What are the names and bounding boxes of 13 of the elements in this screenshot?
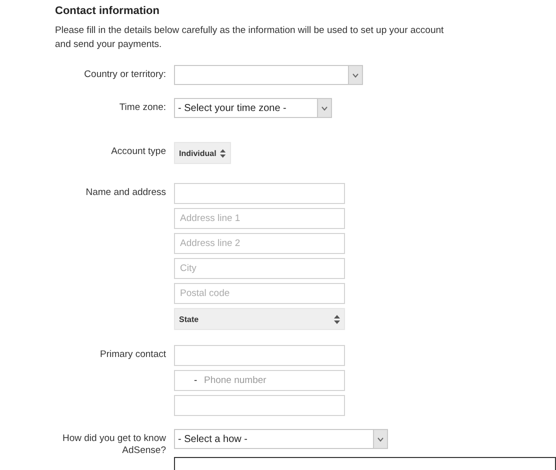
field-label: Account type [110, 145, 166, 159]
dropdown-field[interactable]: Individual [174, 142, 231, 164]
field-label: Name and address [84, 186, 166, 200]
field-label: How did you get to know AdSense? [61, 432, 166, 457]
section-heading: Contact information [55, 4, 160, 18]
dropdown-field[interactable]: - Select your time zone - [174, 98, 332, 118]
dropdown-field[interactable]: State [174, 308, 345, 330]
field-label: Time zone: [118, 101, 166, 115]
dropdown-field[interactable]: - Select a how - [174, 429, 388, 449]
field-label: Primary contact [99, 348, 166, 362]
intro-text: Please fill in the details below carefully as the information will be used to set up your account and send your payments. [55, 24, 445, 52]
dash-text: - [194, 374, 198, 387]
field-label: Country or territory: [83, 68, 166, 82]
